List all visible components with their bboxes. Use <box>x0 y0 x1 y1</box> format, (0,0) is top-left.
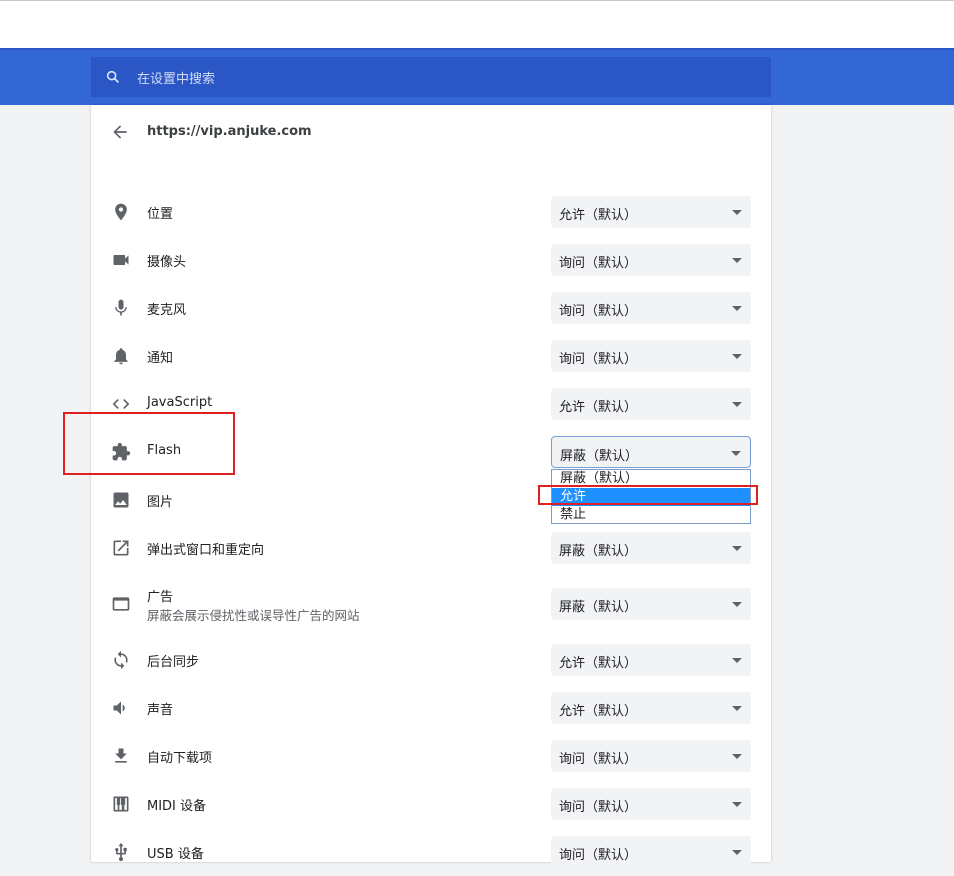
dropdown-arrow-icon <box>732 546 742 551</box>
permission-select-flash[interactable]: 屏蔽（默认） <box>551 436 751 468</box>
permission-row-location: 位置 允许（默认） <box>91 188 771 236</box>
permission-select-notifications[interactable]: 询问（默认） <box>551 340 751 372</box>
ad-window-icon <box>112 597 130 611</box>
permission-row-notifications: 通知 询问（默认） <box>91 332 771 380</box>
location-pin-icon <box>115 203 127 221</box>
camera-icon <box>113 255 129 265</box>
permission-row-sound: 声音 允许（默认） <box>91 684 771 732</box>
dropdown-arrow-icon <box>732 306 742 311</box>
permission-select-background-sync[interactable]: 允许（默认） <box>551 644 751 676</box>
permission-select-usb[interactable]: 询问（默认） <box>551 836 751 868</box>
permission-label: 弹出式窗口和重定向 <box>147 543 265 558</box>
dropdown-arrow-icon <box>732 850 742 855</box>
permission-label: 广告 <box>147 590 174 605</box>
speaker-icon <box>113 701 125 715</box>
site-url: https://vip.anjuke.com <box>147 124 312 139</box>
select-value: 询问（默认） <box>559 800 638 815</box>
bell-icon <box>114 348 128 365</box>
permission-row-popups: 弹出式窗口和重定向 屏蔽（默认） <box>91 524 771 572</box>
dropdown-arrow-icon <box>732 354 742 359</box>
dropdown-arrow-icon <box>732 658 742 663</box>
permission-select-ads[interactable]: 屏蔽（默认） <box>551 588 751 620</box>
permission-row-usb: USB 设备 询问（默认） <box>91 828 771 876</box>
permission-label: 位置 <box>147 207 174 222</box>
download-icon <box>115 748 127 763</box>
permission-label: USB 设备 <box>147 847 204 862</box>
permission-label: JavaScript <box>147 395 213 410</box>
select-value: 允许（默认） <box>559 400 638 415</box>
dropdown-arrow-icon <box>732 402 742 407</box>
permission-select-midi[interactable]: 询问（默认） <box>551 788 751 820</box>
annotation-box-allow-option <box>538 485 758 505</box>
image-icon <box>113 492 129 508</box>
code-icon <box>112 399 130 409</box>
permission-select-microphone[interactable]: 询问（默认） <box>551 292 751 324</box>
dropdown-arrow-icon <box>732 258 742 263</box>
permission-select-auto-downloads[interactable]: 询问（默认） <box>551 740 751 772</box>
select-value: 允许（默认） <box>559 656 638 671</box>
select-value: 询问（默认） <box>559 848 638 863</box>
open-in-new-icon <box>113 540 129 556</box>
select-value: 允许（默认） <box>559 208 638 223</box>
permission-label: MIDI 设备 <box>147 799 207 814</box>
permission-label: 摄像头 <box>147 255 187 270</box>
permission-label: 后台同步 <box>147 655 200 670</box>
permission-select-popups[interactable]: 屏蔽（默认） <box>551 532 751 564</box>
permission-row-background-sync: 后台同步 允许（默认） <box>91 636 771 684</box>
permission-label: 通知 <box>147 351 174 366</box>
permission-row-microphone: 麦克风 询问（默认） <box>91 284 771 332</box>
dropdown-arrow-icon <box>732 602 742 607</box>
select-value: 询问（默认） <box>559 352 638 367</box>
permission-row-ads: 广告 屏蔽会展示侵扰性或误导性广告的网站 屏蔽（默认） <box>91 580 771 628</box>
dropdown-arrow-icon <box>731 451 741 456</box>
permission-row-midi: MIDI 设备 询问（默认） <box>91 780 771 828</box>
permission-select-sound[interactable]: 允许（默认） <box>551 692 751 724</box>
sync-icon <box>114 650 128 670</box>
settings-search-box[interactable]: 在设置中搜索 <box>91 57 771 97</box>
select-value: 询问（默认） <box>559 256 638 271</box>
dropdown-arrow-icon <box>732 802 742 807</box>
usb-icon <box>115 842 127 862</box>
annotation-box-flash-label <box>63 412 235 475</box>
dropdown-option-block[interactable]: 禁止 <box>552 506 750 524</box>
permission-label: 自动下载项 <box>147 751 213 766</box>
permission-label: 图片 <box>147 495 174 510</box>
search-placeholder[interactable]: 在设置中搜索 <box>137 68 215 87</box>
dropdown-arrow-icon <box>732 706 742 711</box>
select-value: 询问（默认） <box>559 752 638 767</box>
select-value: 屏蔽（默认） <box>559 544 638 559</box>
select-value: 屏蔽（默认） <box>559 600 638 615</box>
dropdown-arrow-icon <box>732 210 742 215</box>
dropdown-arrow-icon <box>732 754 742 759</box>
microphone-icon <box>115 299 127 316</box>
permission-sublabel: 屏蔽会展示侵扰性或误导性广告的网站 <box>147 608 360 623</box>
permission-row-camera: 摄像头 询问（默认） <box>91 236 771 284</box>
select-value: 允许（默认） <box>559 704 638 719</box>
permission-select-location[interactable]: 允许（默认） <box>551 196 751 228</box>
piano-icon <box>113 796 129 812</box>
permission-label: 麦克风 <box>147 303 187 318</box>
permission-select-camera[interactable]: 询问（默认） <box>551 244 751 276</box>
permission-row-auto-downloads: 自动下载项 询问（默认） <box>91 732 771 780</box>
permission-select-javascript[interactable]: 允许（默认） <box>551 388 751 420</box>
browser-top-bar <box>0 0 954 48</box>
search-icon <box>106 70 119 83</box>
select-value: 屏蔽（默认） <box>560 449 639 464</box>
permission-label: 声音 <box>147 703 174 718</box>
back-arrow-icon[interactable] <box>110 122 130 142</box>
select-value: 询问（默认） <box>559 304 638 319</box>
